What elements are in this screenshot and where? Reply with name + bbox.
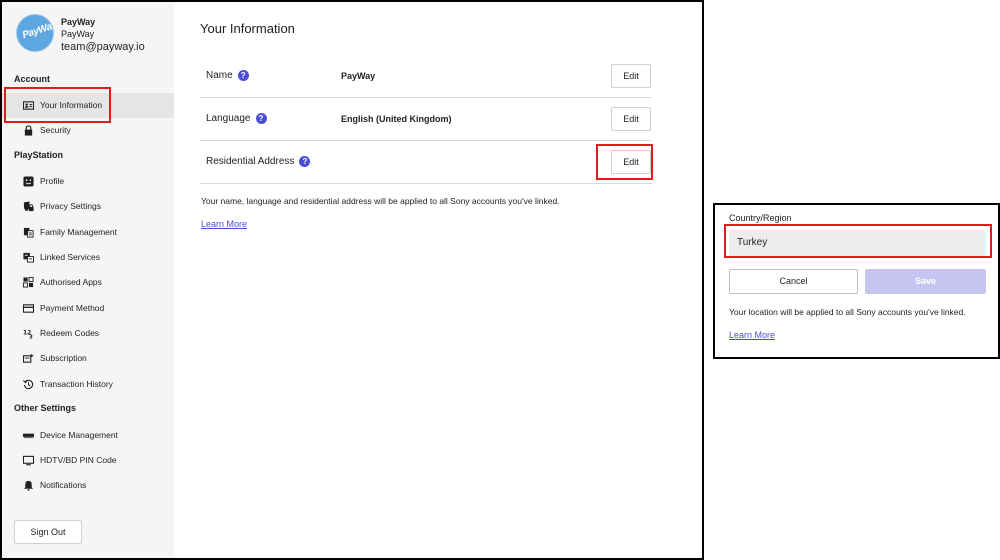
- edit-language-button[interactable]: Edit: [611, 107, 651, 131]
- linked-icon: [23, 252, 34, 263]
- sidebar-item-label: HDTV/BD PIN Code: [40, 455, 117, 465]
- smiley-icon: [23, 176, 34, 187]
- help-icon[interactable]: ?: [255, 113, 267, 124]
- sidebar-item-notifications[interactable]: Notifications: [2, 473, 174, 498]
- bell-icon: [23, 480, 34, 491]
- info-row-language: Language? English (United Kingdom) Edit: [200, 98, 652, 141]
- section-account: Account: [14, 74, 50, 84]
- sidebar-item-subscription[interactable]: Subscription: [2, 346, 174, 371]
- sidebar-item-privacy-settings[interactable]: Privacy Settings: [2, 194, 174, 219]
- row-value: PayWay: [341, 71, 376, 81]
- sidebar-item-hdtv-pin[interactable]: HDTV/BD PIN Code: [2, 448, 174, 473]
- row-value: English (United Kingdom): [341, 114, 452, 124]
- address-edit-panel: Country/Region Turkey Cancel Save Your l…: [713, 203, 1000, 359]
- country-region-label: Country/Region: [729, 213, 792, 223]
- help-icon[interactable]: ?: [237, 70, 249, 81]
- sidebar-item-authorised-apps[interactable]: Authorised Apps: [2, 270, 174, 295]
- code-icon: 123: [23, 329, 33, 339]
- profile-subname: PayWay: [61, 29, 95, 39]
- svg-text:3: 3: [29, 335, 33, 339]
- cancel-button[interactable]: Cancel: [729, 269, 858, 294]
- profile-name: PayWay: [61, 17, 96, 27]
- row-label: Language: [206, 113, 251, 125]
- sidebar-item-device-management[interactable]: Device Management: [2, 423, 174, 448]
- sidebar: PayWay PayWay PayWay team@payway.io Acco…: [2, 2, 174, 558]
- sidebar-item-label: Device Management: [40, 430, 118, 440]
- sidebar-item-label: Payment Method: [40, 303, 105, 313]
- info-row-name: Name? PayWay Edit: [200, 55, 652, 98]
- page-title: Your Information: [200, 21, 295, 36]
- sidebar-item-label: Profile: [40, 176, 65, 186]
- sidebar-item-label: Redeem Codes: [40, 328, 100, 338]
- info-row-residential-address: Residential Address? Edit: [200, 141, 652, 184]
- row-label: Residential Address: [206, 156, 295, 168]
- edit-name-button[interactable]: Edit: [611, 64, 651, 88]
- sidebar-item-label: Authorised Apps: [40, 277, 102, 287]
- sidebar-item-linked-services[interactable]: Linked Services: [2, 245, 174, 270]
- highlight-your-information: [4, 87, 111, 123]
- section-other-settings: Other Settings: [14, 403, 77, 413]
- history-icon: [23, 379, 34, 390]
- family-icon: [23, 227, 34, 238]
- sidebar-item-label: Security: [40, 125, 71, 135]
- learn-more-link[interactable]: Learn More: [729, 330, 775, 340]
- account-settings-window: PayWay PayWay PayWay team@payway.io Acco…: [0, 0, 704, 560]
- sidebar-item-label: Subscription: [40, 353, 87, 363]
- location-note: Your location will be applied to all Son…: [729, 307, 966, 317]
- sidebar-item-label: Notifications: [40, 480, 87, 490]
- avatar-logo-text: PayWay: [21, 19, 54, 42]
- save-button[interactable]: Save: [865, 269, 986, 294]
- highlight-edit-address: [596, 144, 653, 180]
- highlight-country-select: [724, 224, 992, 258]
- profile-email: team@payway.io: [61, 41, 145, 53]
- learn-more-link[interactable]: Learn More: [201, 219, 247, 229]
- card-icon: [23, 304, 34, 313]
- device-icon: [23, 433, 34, 439]
- sign-out-button[interactable]: Sign Out: [14, 520, 82, 544]
- avatar: PayWay: [16, 14, 54, 52]
- sidebar-item-redeem-codes[interactable]: 12 3 Redeem Codes: [2, 321, 174, 346]
- sidebar-item-label: Family Management: [40, 227, 118, 237]
- apps-icon: [23, 277, 34, 288]
- sidebar-item-label: Privacy Settings: [40, 201, 101, 211]
- sidebar-item-family-management[interactable]: Family Management: [2, 220, 174, 245]
- help-icon[interactable]: ?: [299, 156, 311, 167]
- sidebar-item-label: Linked Services: [40, 252, 101, 262]
- sidebar-item-profile[interactable]: Profile: [2, 169, 174, 194]
- tv-icon: [23, 455, 34, 466]
- row-label: Name: [206, 70, 233, 82]
- subscription-icon: [23, 353, 34, 363]
- section-playstation: PlayStation: [14, 150, 64, 160]
- info-note: Your name, language and residential addr…: [201, 196, 560, 206]
- sidebar-item-transaction-history[interactable]: Transaction History: [2, 372, 174, 397]
- lock-icon: [24, 125, 33, 136]
- sidebar-item-payment-method[interactable]: Payment Method: [2, 296, 174, 321]
- sidebar-item-label: Transaction History: [40, 379, 113, 389]
- privacy-shield-icon: [23, 201, 34, 212]
